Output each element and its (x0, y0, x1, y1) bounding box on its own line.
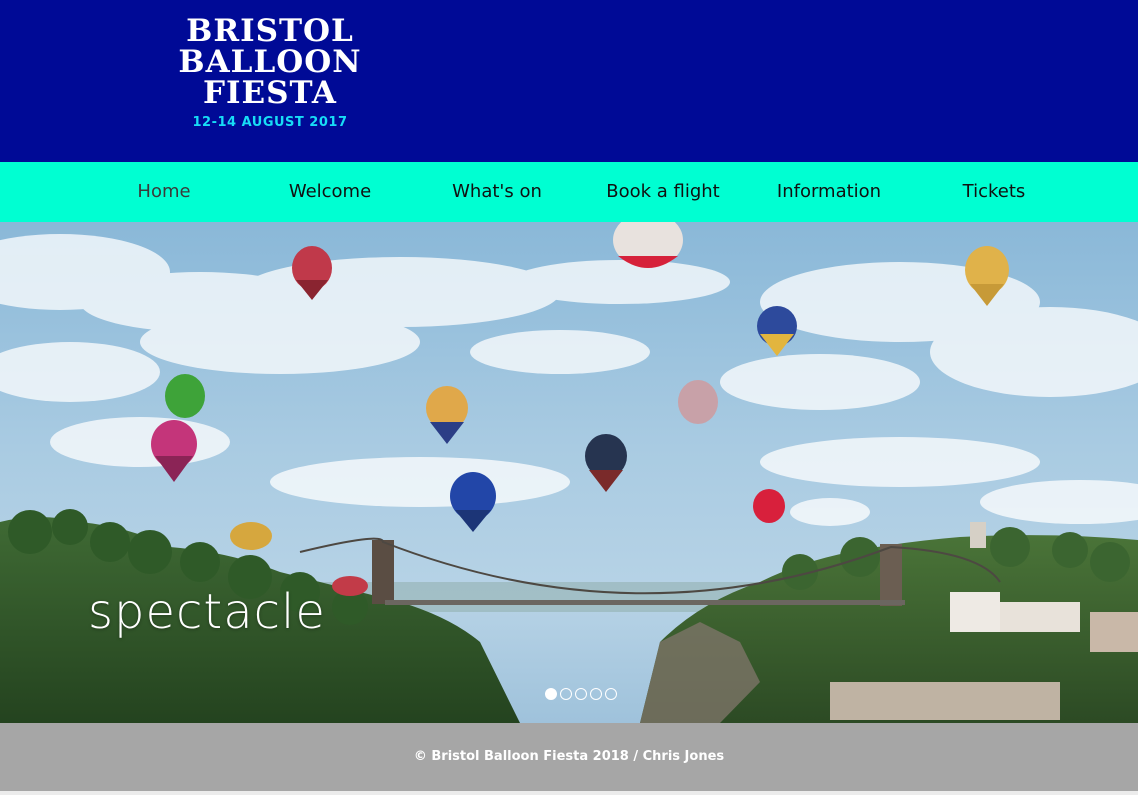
slide-caption: spectacle (88, 584, 326, 640)
logo-dates: 12-14 AUGUST 2017 (192, 115, 348, 130)
main-nav: Home Welcome What's on Book a flight Inf… (0, 162, 1138, 222)
fiesta-logo[interactable]: BRISTOL BALLOON FIESTA 12-14 AUGUST 2017 (160, 13, 380, 131)
nav-whats-on[interactable]: What's on (436, 162, 558, 222)
nav-information[interactable]: Information (764, 162, 894, 222)
slide-dot-3[interactable] (575, 688, 587, 700)
slide-dot-4[interactable] (590, 688, 602, 700)
copyright-text: © Bristol Balloon Fiesta 2018 / Chris Jo… (413, 749, 725, 764)
slide-dot-1[interactable] (545, 688, 557, 700)
logo-line-3: FIESTA (203, 75, 337, 111)
site-footer: © Bristol Balloon Fiesta 2018 / Chris Jo… (0, 723, 1138, 791)
nav-book-a-flight[interactable]: Book a flight (598, 162, 728, 222)
nav-home[interactable]: Home (104, 162, 224, 222)
nav-welcome[interactable]: Welcome (270, 162, 390, 222)
logo-line-1: BRISTOL (186, 13, 354, 49)
logo-line-2: BALLOON (178, 44, 362, 80)
nav-tickets[interactable]: Tickets (934, 162, 1054, 222)
page-bottom-divider (0, 791, 1138, 795)
slide-dot-5[interactable] (605, 688, 617, 700)
site-header: BRISTOL BALLOON FIESTA 12-14 AUGUST 2017 (0, 0, 1138, 162)
slide-dot-2[interactable] (560, 688, 572, 700)
hero-photo (0, 222, 1138, 723)
hero-slideshow: spectacle (0, 222, 1138, 723)
slide-indicators (545, 688, 617, 700)
